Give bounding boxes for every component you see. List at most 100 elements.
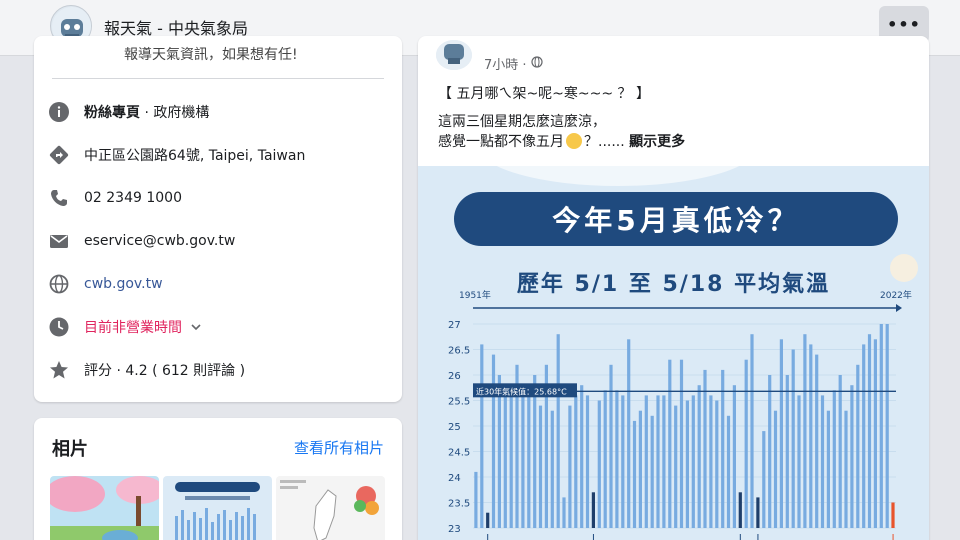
post-time-text[interactable]: 7小時 · <box>484 54 527 73</box>
y-tick-label: 25 <box>448 422 461 433</box>
bar <box>685 400 689 528</box>
intro-card: 報導天氣資訊，如果想有任! 粉絲專頁 · 政府機構 中正區公園路64號, Tai… <box>34 36 402 402</box>
end-year-label: 2022年 <box>880 289 912 301</box>
globe-icon <box>48 273 70 295</box>
globe-icon <box>530 55 543 72</box>
y-tick-label: 23.5 <box>448 499 470 510</box>
bar <box>697 385 701 528</box>
bar <box>656 395 660 528</box>
divider <box>52 78 384 79</box>
post-timestamp[interactable]: 7小時 · <box>484 54 543 73</box>
bar <box>650 415 654 528</box>
bar <box>832 390 836 528</box>
y-tick-label: 26.5 <box>448 346 470 357</box>
chevron-down-icon[interactable] <box>190 318 202 337</box>
bar <box>491 354 496 528</box>
bar <box>568 405 572 528</box>
email-text[interactable]: eservice@cwb.gov.tw <box>84 233 235 249</box>
bar <box>632 420 637 528</box>
see-more-link[interactable]: 顯示更多 <box>629 134 685 150</box>
post-text-line: 【 五月哪ㄟ架~呢~寒~~~ ？ 】 <box>438 86 651 102</box>
bar <box>679 359 684 528</box>
y-tick-label: 27 <box>448 320 461 331</box>
bar <box>609 364 613 528</box>
bar <box>809 344 813 528</box>
bar <box>562 497 566 528</box>
bar <box>580 385 584 528</box>
bar <box>844 410 848 528</box>
temperature-bar-chart: 1951年 2022年 23 23.5 24 24.5 25 25.5 26 26.5 27 近30年… <box>448 289 929 540</box>
bar <box>703 369 707 528</box>
bar <box>803 334 807 528</box>
phone-text[interactable]: 02 2349 1000 <box>84 190 182 206</box>
bar <box>591 492 595 528</box>
email-icon <box>48 230 70 252</box>
y-tick-label: 25.5 <box>448 397 470 408</box>
phone-row: 02 2349 1000 <box>48 184 182 212</box>
info-icon <box>48 101 70 123</box>
address-text: 中正區公園路64號, Taipei, Taiwan <box>84 148 306 164</box>
bar <box>503 395 507 528</box>
bar <box>527 390 531 528</box>
bar <box>873 339 877 528</box>
bar <box>762 431 766 528</box>
intro-text: 報導天氣資訊，如果想有任! <box>124 47 298 63</box>
bar <box>597 400 601 528</box>
directions-icon <box>48 144 70 166</box>
bar <box>744 359 748 528</box>
clock-icon <box>48 316 70 338</box>
phone-icon <box>48 187 70 209</box>
rating-text[interactable]: 評分 · 4.2 ( 612 則評論 ) <box>84 360 245 380</box>
post-text-fragment: ？...... <box>584 134 625 150</box>
bar <box>885 324 889 528</box>
photo-thumbnail-radar-map[interactable] <box>276 476 385 540</box>
category-value: · 政府機構 <box>140 105 210 121</box>
bar <box>709 395 713 528</box>
bar <box>603 390 607 528</box>
post-text-line: 這兩三個星期怎麼這麼涼， <box>438 114 606 130</box>
bar <box>791 349 795 528</box>
bar <box>732 385 736 528</box>
bar <box>638 410 642 528</box>
bar <box>862 344 866 528</box>
hours-row[interactable]: 目前非營業時間 <box>48 313 202 341</box>
bar <box>856 364 860 528</box>
bar <box>644 395 648 528</box>
bar <box>662 395 666 528</box>
bar <box>556 334 560 528</box>
bar <box>550 410 554 528</box>
bar <box>850 385 854 528</box>
photo-thumbnail-cherry-blossom[interactable] <box>50 476 159 540</box>
bar <box>826 410 830 528</box>
bar <box>627 339 631 528</box>
average-label: 近30年氣候值：25.68°C <box>476 386 567 396</box>
bar <box>738 492 742 528</box>
start-year-label: 1951年 <box>459 289 491 301</box>
bar <box>785 375 789 528</box>
bar <box>668 359 672 528</box>
bar <box>815 354 819 528</box>
email-row: eservice@cwb.gov.tw <box>48 227 235 255</box>
bar <box>721 369 725 528</box>
rating-row: 評分 · 4.2 ( 612 則評論 ) <box>48 356 245 384</box>
y-tick-label: 23 <box>448 524 461 535</box>
bar <box>779 339 783 528</box>
post-author-avatar[interactable] <box>436 40 472 70</box>
bar <box>879 324 883 528</box>
photo-thumbnail-infographic[interactable] <box>163 476 272 540</box>
bar <box>773 410 778 528</box>
bar <box>726 415 731 528</box>
bar <box>838 375 842 528</box>
address-row: 中正區公園路64號, Taipei, Taiwan <box>48 141 305 169</box>
bar <box>768 375 772 528</box>
bar <box>867 334 872 528</box>
y-tick-label: 24 <box>448 473 461 484</box>
website-link[interactable]: cwb.gov.tw <box>84 276 163 292</box>
hours-text[interactable]: 目前非營業時間 <box>84 317 182 337</box>
bar <box>497 375 501 528</box>
bar <box>797 395 801 528</box>
post-text-fragment: 感覺一點都不像五月 <box>438 134 564 150</box>
post-image-infographic[interactable]: 今年5月真低冷？ 歷年 5/1 至 5/18 平均氣溫 1951年 2022年 23… <box>418 166 929 540</box>
category-label[interactable]: 粉絲專頁 <box>84 105 140 121</box>
see-all-photos-link[interactable]: 查看所有相片 <box>294 437 384 458</box>
